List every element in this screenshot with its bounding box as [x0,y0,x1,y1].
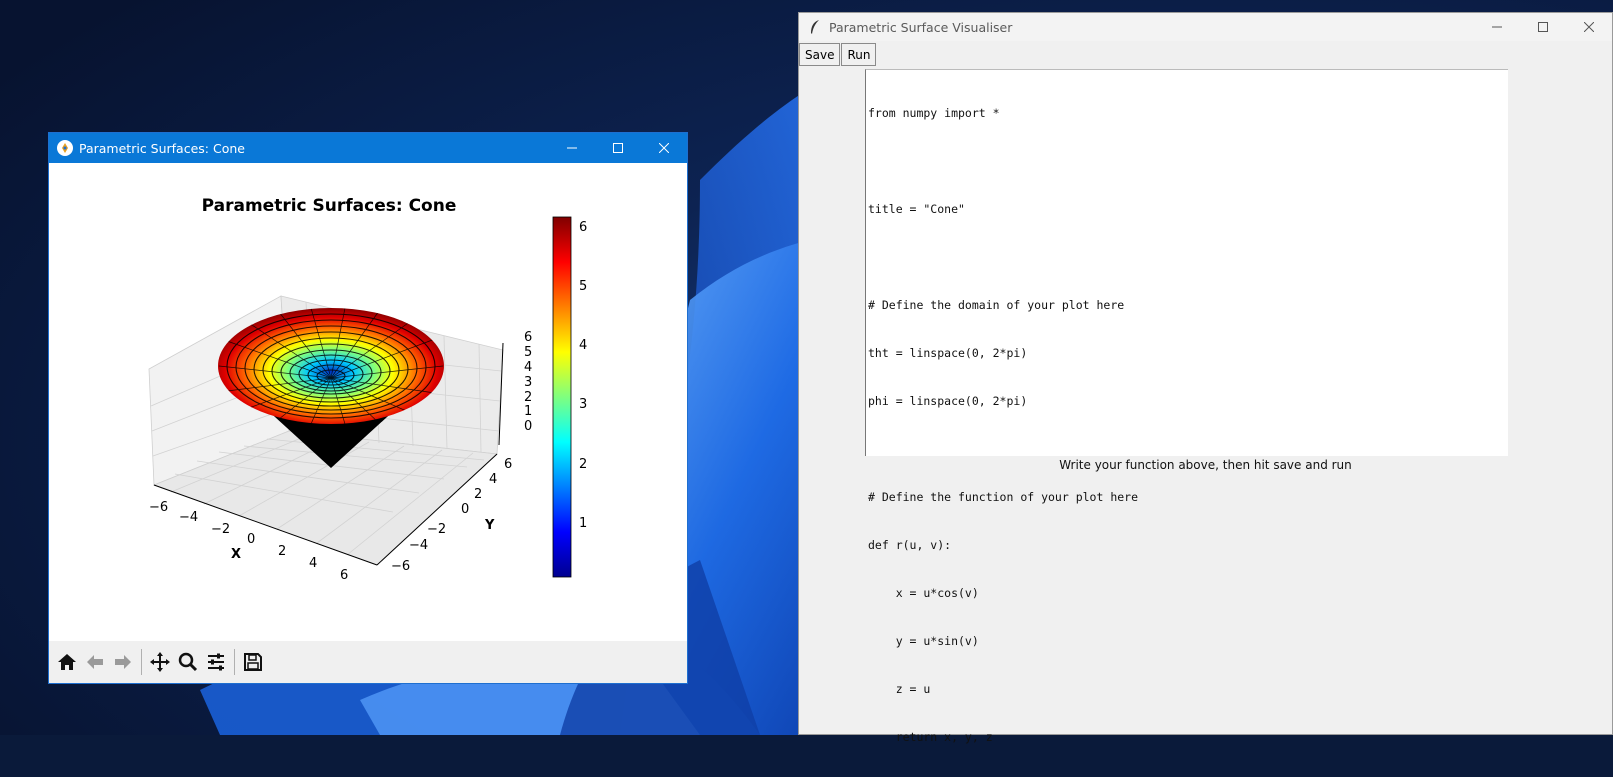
maximize-icon [1538,22,1548,32]
code-line-text: title = "Cone" [868,202,965,216]
x-tick-label: −4 [179,510,198,525]
status-message: Write your function above, then hit save… [1059,458,1352,472]
code-line: return x, y, z [868,730,993,744]
maximize-button[interactable] [595,133,641,163]
maximize-button[interactable] [1520,13,1566,41]
code-line: # Define the domain of your plot here [868,298,1125,312]
y-tick-label: 0 [461,502,469,517]
python-app-icon [57,140,73,156]
z-axis: 0 1 2 3 4 5 6 [498,330,532,446]
close-icon [1584,22,1594,32]
maximize-icon [613,143,623,153]
x-tick-label: 6 [340,568,348,583]
toolbar-separator [141,649,142,675]
code-line: phi = linspace(0, 2*pi) [868,394,1028,408]
pan-button[interactable] [146,647,174,677]
configure-subplots-button[interactable] [202,647,230,677]
matplotlib-toolbar [49,641,687,683]
z-tick-label: 0 [524,419,532,434]
matplotlib-figure[interactable]: Parametric Surfaces: Cone 0 1 2 3 4 5 6 … [49,163,687,643]
z-tick-label: 5 [524,345,532,360]
plot-window-title: Parametric Surfaces: Cone [79,140,245,156]
z-tick-label: 1 [524,404,532,419]
close-icon [659,143,669,153]
pan-icon [150,652,170,672]
save-button[interactable]: Save [799,43,841,66]
save-figure-icon [244,653,262,671]
y-tick-label: 4 [489,472,497,487]
z-tick-label: 6 [524,330,532,345]
code-line: x = u*cos(v) [868,586,979,600]
colorbar: 1 2 3 4 5 6 [552,216,587,578]
colorbar-gradient [552,216,572,578]
x-tick-label: 0 [247,532,255,547]
back-button[interactable] [81,647,109,677]
configure-subplots-icon [208,653,224,671]
editor-window: Parametric Surface Visualiser Save Run f… [798,12,1613,744]
zoom-icon [178,652,198,672]
x-tick-label: 2 [278,544,286,559]
z-tick-label: 3 [524,375,532,390]
feather-icon [809,19,821,35]
colorbar-tick-label: 3 [579,397,587,412]
y-tick-label: 6 [504,457,512,472]
colorbar-tick-label: 4 [579,338,587,353]
plot-window: Parametric Surfaces: Cone Parametric Sur… [48,132,688,684]
code-line: z = u [868,682,931,696]
editor-toolbar: Save Run [799,43,877,68]
y-tick-label: −6 [391,559,410,574]
forward-arrow-icon [115,655,131,669]
minimize-button[interactable] [1474,13,1520,41]
x-tick-label: 4 [309,556,317,571]
back-arrow-icon [87,655,103,669]
colorbar-tick-label: 6 [579,220,587,235]
home-icon [58,654,76,670]
minimize-button[interactable] [549,133,595,163]
code-line: y = u*sin(v) [868,634,979,648]
editor-window-title: Parametric Surface Visualiser [829,19,1013,35]
code-line: from numpy import * [868,106,1000,120]
editor-titlebar[interactable]: Parametric Surface Visualiser [799,13,1612,41]
colorbar-tick-label: 5 [579,279,587,294]
x-axis-label: X [231,547,241,562]
zoom-button[interactable] [174,647,202,677]
home-button[interactable] [53,647,81,677]
colorbar-tick-label: 2 [579,457,587,472]
colorbar-tick-label: 1 [579,516,587,531]
z-tick-label: 2 [524,390,532,405]
y-tick-label: 2 [474,487,482,502]
code-line: tht = linspace(0, 2*pi) [868,346,1028,360]
save-figure-button[interactable] [239,647,267,677]
y-tick-label: −4 [409,538,428,553]
z-tick-label: 4 [524,360,532,375]
forward-button[interactable] [109,647,137,677]
y-tick-label: −2 [427,522,446,537]
toolbar-separator [234,649,235,675]
x-tick-label: −6 [149,500,168,515]
y-axis-label: Y [484,518,495,533]
code-line: title = "Cone" [868,201,1506,217]
code-line: # Define the function of your plot here [868,490,1139,504]
minimize-icon [567,147,577,149]
minimize-icon [1492,26,1502,28]
run-button[interactable]: Run [841,43,877,66]
plot-titlebar[interactable]: Parametric Surfaces: Cone [49,133,687,163]
code-editor[interactable]: from numpy import * title = "Cone" # Def… [865,69,1508,744]
code-line: def r(u, v): [868,538,952,552]
x-tick-label: −2 [211,522,230,537]
figure-title: Parametric Surfaces: Cone [202,196,457,216]
close-button[interactable] [641,133,687,163]
close-button[interactable] [1566,13,1612,41]
